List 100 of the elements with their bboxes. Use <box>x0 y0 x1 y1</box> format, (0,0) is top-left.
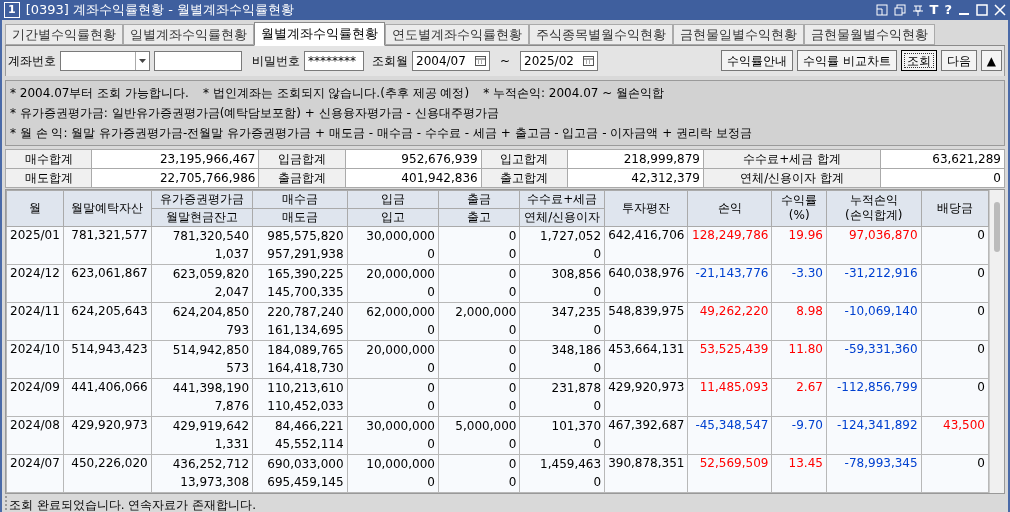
scrollbar-thumb[interactable] <box>994 201 1000 252</box>
date-field[interactable]: 2025/02 <box>520 50 599 71</box>
table-cell: 11,485,093 <box>687 378 772 416</box>
table-cell: 0 <box>347 378 439 397</box>
table-cell: 514,942,850 <box>151 340 253 359</box>
table-cell: 0 <box>438 283 520 302</box>
table-cell: 128,249,786 <box>687 226 772 264</box>
table-cell: -31,212,916 <box>826 264 922 302</box>
table-cell: 453,664,131 <box>604 340 688 378</box>
table-cell: 0 <box>519 245 605 264</box>
summary-label: 매수합계 <box>5 149 92 168</box>
table-cell: 2,000,000 <box>438 302 520 321</box>
table-cell: 0 <box>438 359 520 378</box>
table-cell: 52,569,509 <box>687 454 772 492</box>
table-cell: 623,061,867 <box>63 264 152 302</box>
table-cell: 0 <box>921 264 989 302</box>
table-cell: -10,069,140 <box>826 302 922 340</box>
calendar-icon[interactable] <box>475 55 486 66</box>
note-text: * 누적손익: 2004.07 ~ 월손익합 <box>483 84 665 102</box>
table-cell: 97,036,870 <box>826 226 922 264</box>
password-field[interactable]: ******** <box>304 50 364 71</box>
column-header: 손익 <box>687 190 772 226</box>
table-cell: 53,525,439 <box>687 340 772 378</box>
toolbar-button[interactable]: 다음 <box>940 50 977 71</box>
maximize-icon[interactable] <box>976 3 988 16</box>
table-cell: 390,878,351 <box>604 454 688 492</box>
table-cell: 0 <box>347 359 439 378</box>
table-cell: 640,038,976 <box>604 264 688 302</box>
table-cell: 0 <box>438 473 520 492</box>
table-cell: 0 <box>519 397 605 416</box>
table-cell: 101,370 <box>519 416 605 435</box>
table-cell: 429,920,973 <box>604 378 688 416</box>
table-cell: 0 <box>921 340 989 378</box>
table-cell: 19.96 <box>771 226 827 264</box>
table-cell: 642,416,706 <box>604 226 688 264</box>
table-cell: 11.80 <box>771 340 827 378</box>
title-glyph-button[interactable]: ? <box>944 0 952 20</box>
dropdown-arrow-icon[interactable] <box>135 51 149 70</box>
table-cell: -21,143,776 <box>687 264 772 302</box>
column-header: 수익률 (%) <box>771 190 827 226</box>
table-cell: 62,000,000 <box>347 302 439 321</box>
table-cell: 0 <box>438 340 520 359</box>
toolbar-button[interactable]: ▲ <box>980 50 1002 71</box>
column-header: 입금 <box>347 190 439 208</box>
toolbar-button[interactable]: 조회 <box>900 50 937 71</box>
tab[interactable]: 금현물월별수익현황 <box>804 23 935 45</box>
table-cell: 0 <box>438 378 520 397</box>
table-cell: 781,321,577 <box>63 226 152 264</box>
table-cell: 0 <box>519 321 605 340</box>
table-cell: -9.70 <box>771 416 827 454</box>
table-cell: 0 <box>438 321 520 340</box>
copy-icon[interactable] <box>893 3 906 16</box>
table-cell: 110,452,033 <box>252 397 348 416</box>
tab[interactable]: 금현물일별수익현황 <box>673 23 804 45</box>
window-layout-icon[interactable] <box>875 3 888 16</box>
column-header: 누적손익 (손익합계) <box>826 190 922 226</box>
table-cell: 5,000,000 <box>438 416 520 435</box>
window-title: [0393] 계좌수익률현황 - 월별계좌수익률현황 <box>25 1 294 19</box>
summary-value: 218,999,879 <box>567 149 704 168</box>
table-cell: 623,059,820 <box>151 264 253 283</box>
table-cell: 0 <box>438 435 520 454</box>
table-cell: 84,466,221 <box>252 416 348 435</box>
title-glyph-button[interactable]: T <box>929 0 939 20</box>
note-text: * 2004.07부터 조회 가능합니다. <box>10 84 189 102</box>
window-badge: 1 <box>4 1 20 18</box>
table-cell: 514,943,423 <box>63 340 152 378</box>
account-dropdown[interactable] <box>60 50 150 71</box>
table-cell: 1,037 <box>151 245 253 264</box>
table-cell: 624,204,850 <box>151 302 253 321</box>
table-cell: 2024/11 <box>6 302 64 340</box>
calendar-icon[interactable] <box>583 55 595 66</box>
tab[interactable]: 주식종목별월수익현황 <box>529 23 673 45</box>
table-cell: 0 <box>347 321 439 340</box>
table-cell: -59,331,360 <box>826 340 922 378</box>
table-cell: 2025/01 <box>6 226 64 264</box>
date-field[interactable]: 2004/07 <box>412 50 490 71</box>
summary-value: 42,312,379 <box>567 168 704 187</box>
note-text: * 법인계좌는 조회되지 않습니다.(추후 제공 예정) <box>202 84 470 102</box>
table-cell: 624,205,643 <box>63 302 152 340</box>
tab[interactable]: 일별계좌수익률현황 <box>123 23 254 45</box>
table-cell: 7,876 <box>151 397 253 416</box>
table-cell: 110,213,610 <box>252 378 348 397</box>
table-cell: 985,575,820 <box>252 226 348 245</box>
field-label: 비밀번호 <box>252 52 300 70</box>
tab[interactable]: 월별계좌수익률현황 <box>254 21 385 46</box>
range-separator: ~ <box>500 52 511 70</box>
table-cell: -45,348,547 <box>687 416 772 454</box>
scrollbar[interactable] <box>989 189 1004 493</box>
table-cell: 429,920,973 <box>63 416 152 454</box>
close-icon[interactable] <box>994 3 1006 16</box>
table-cell: 436,252,712 <box>151 454 253 473</box>
pin-icon[interactable] <box>911 3 924 16</box>
table-cell: 49,262,220 <box>687 302 772 340</box>
table-cell: 161,134,695 <box>252 321 348 340</box>
tab[interactable]: 기간별수익률현황 <box>5 23 123 45</box>
toolbar-button[interactable]: 수익률 비교차트 <box>796 50 897 71</box>
table-cell: 20,000,000 <box>347 340 439 359</box>
table-cell: 45,552,114 <box>252 435 348 454</box>
tab[interactable]: 연도별계좌수익률현황 <box>385 23 529 45</box>
toolbar-button[interactable]: 수익률안내 <box>720 50 793 71</box>
